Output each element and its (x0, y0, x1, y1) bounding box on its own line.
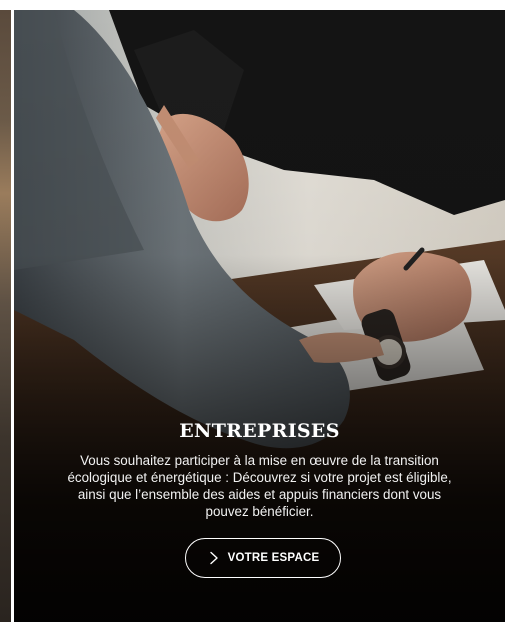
adjacent-card-edge (0, 10, 11, 622)
entreprises-card: ENTREPRISES Vous souhaitez participer à … (14, 10, 505, 622)
chevron-right-icon (209, 551, 218, 565)
votre-espace-button[interactable]: VOTRE ESPACE (185, 538, 341, 578)
card-title: ENTREPRISES (179, 420, 340, 442)
card-description: Vous souhaitez participer à la mise en œ… (67, 453, 452, 519)
card-content: ENTREPRISES Vous souhaitez participer à … (14, 420, 505, 520)
page: ENTREPRISES Vous souhaitez participer à … (0, 0, 505, 628)
votre-espace-label: VOTRE ESPACE (227, 552, 320, 564)
dark-gradient-overlay (14, 10, 505, 622)
